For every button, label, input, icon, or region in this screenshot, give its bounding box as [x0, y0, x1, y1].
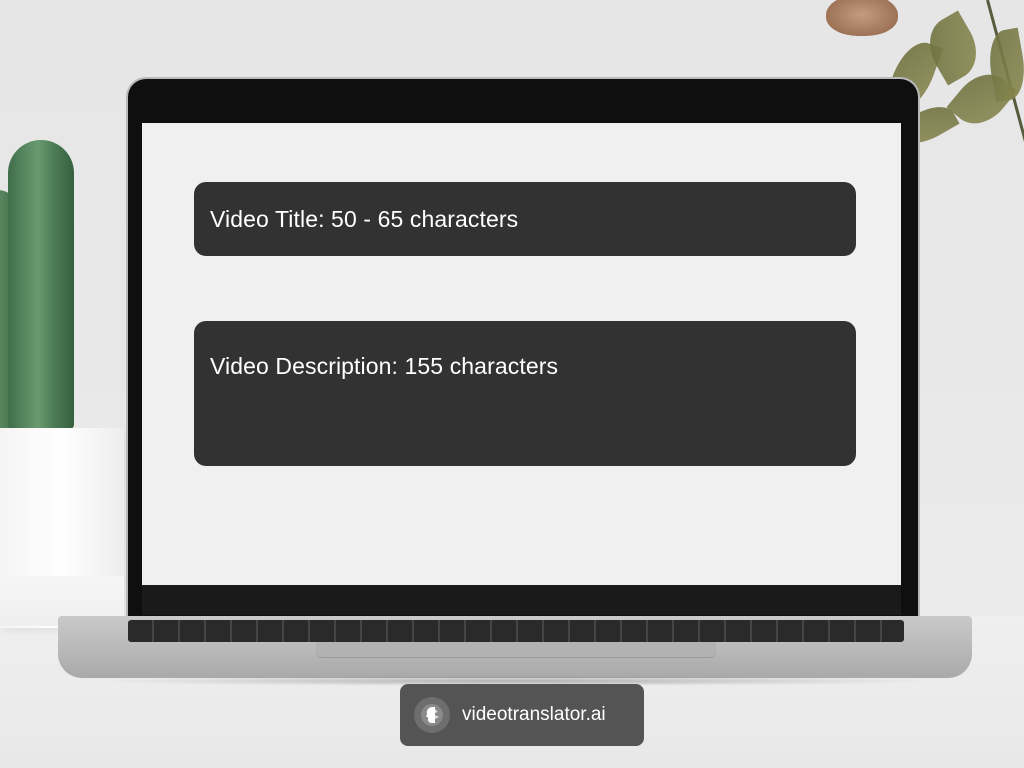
video-description-label: Video Description: 155 characters [210, 353, 559, 379]
cactus-main-stem [8, 140, 74, 430]
laptop-bezel [142, 585, 901, 615]
dried-rose [826, 0, 898, 36]
laptop-keyboard [128, 620, 904, 642]
video-title-label: Video Title: 50 - 65 characters [210, 206, 519, 232]
brand-badge[interactable]: videotranslator.ai [400, 684, 644, 746]
video-description-card: Video Description: 155 characters [194, 321, 856, 466]
video-title-card: Video Title: 50 - 65 characters [194, 182, 856, 256]
face-profile-icon [414, 697, 450, 733]
laptop-trackpad [316, 642, 716, 658]
brand-name: videotranslator.ai [462, 704, 606, 725]
